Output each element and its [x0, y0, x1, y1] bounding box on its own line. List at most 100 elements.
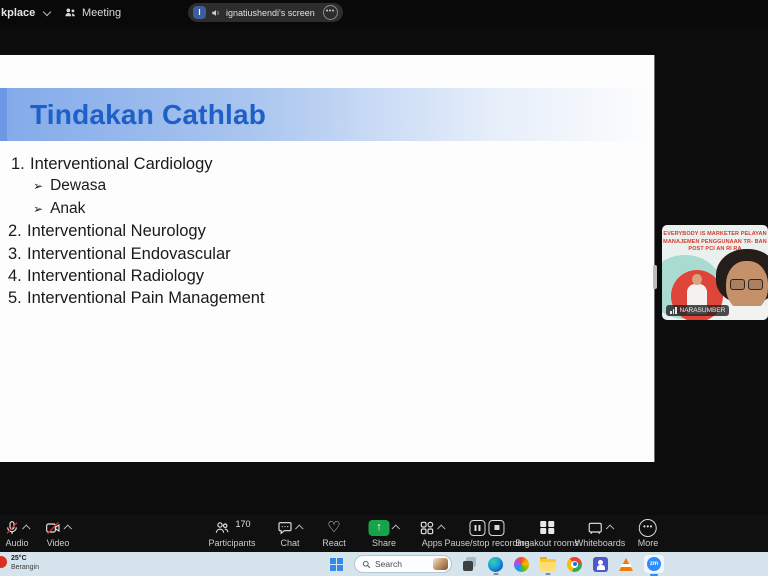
zoom-app-button[interactable]: zm	[644, 555, 664, 573]
chat-button[interactable]: Chat	[277, 519, 303, 548]
banner-photo-head	[692, 274, 702, 285]
share-screen-icon: ↑	[369, 520, 390, 536]
list-item: 2. Interventional Neurology	[8, 220, 265, 242]
list-number: 5.	[8, 287, 27, 309]
list-number: 1.	[11, 153, 30, 175]
screen-share-label: ignatiushendi's screen	[226, 8, 315, 18]
audio-menu-chevron[interactable]	[22, 524, 30, 532]
avatar: I	[193, 6, 206, 19]
react-button[interactable]: ♡ React	[322, 519, 346, 548]
task-view-button[interactable]	[463, 557, 477, 571]
subitem-label: Anak	[50, 198, 85, 220]
start-button[interactable]	[330, 558, 343, 571]
slide-list: 1. Interventional Cardiology ➢ Dewasa ➢ …	[8, 153, 265, 310]
whiteboards-button[interactable]: Whiteboards	[575, 519, 626, 548]
apps-button[interactable]: Apps	[419, 519, 445, 548]
meeting-tab-label: Meeting	[82, 7, 121, 19]
apps-icon	[419, 520, 435, 536]
chat-label: Chat	[280, 538, 299, 548]
list-item: 4. Interventional Radiology	[8, 265, 265, 287]
whiteboards-icon	[587, 520, 604, 536]
participants-icon	[213, 520, 230, 536]
edge-icon	[488, 557, 503, 572]
windows-taskbar: 25°C Berangin Search	[0, 552, 768, 576]
breakout-rooms-button[interactable]: Breakout rooms	[515, 519, 579, 548]
glasses-icon	[730, 279, 745, 290]
workspace-label[interactable]: kplace	[1, 7, 35, 19]
presenter-face	[726, 261, 768, 311]
banner-line: POST PCI AN RI RA	[662, 246, 768, 254]
shared-screen-stage: Tindakan Cathlab 1. Interventional Cardi…	[0, 25, 768, 515]
more-button[interactable]: ••• More	[638, 519, 659, 548]
slide-title: Tindakan Cathlab	[0, 88, 654, 141]
chrome-app-button[interactable]	[567, 557, 582, 572]
chrome-icon	[573, 562, 577, 566]
list-label: Interventional Radiology	[27, 265, 204, 287]
list-number: 3.	[8, 243, 27, 265]
list-item: 1. Interventional Cardiology	[8, 153, 265, 175]
pause-recording-icon[interactable]	[470, 520, 486, 536]
share-options-icon[interactable]: •••	[323, 5, 338, 20]
list-label: Interventional Endovascular	[27, 243, 231, 265]
thumbnail-collapse-handle[interactable]	[653, 265, 657, 289]
taskbar-search[interactable]: Search	[354, 555, 452, 573]
video-label: Video	[47, 538, 70, 548]
folder-icon	[540, 559, 556, 572]
react-label: React	[322, 538, 346, 548]
top-bar: kplace Meeting I ignatiushendi's screen …	[0, 0, 768, 25]
list-item: 3. Interventional Endovascular	[8, 243, 265, 265]
search-icon	[362, 560, 371, 569]
list-label: Interventional Neurology	[27, 220, 206, 242]
meeting-icon	[64, 6, 77, 19]
weather-icon	[0, 556, 7, 568]
meeting-toolbar: Audio Video 170	[0, 515, 768, 552]
vlc-app-button[interactable]	[619, 558, 633, 571]
teams-icon	[597, 565, 605, 570]
slide-title-band: Tindakan Cathlab	[0, 88, 654, 141]
speaker-icon	[211, 8, 221, 18]
breakout-rooms-icon	[540, 521, 554, 535]
share-menu-chevron[interactable]	[392, 524, 400, 532]
more-label: More	[638, 538, 659, 548]
list-number: 2.	[8, 220, 27, 242]
screen-share-pill[interactable]: I ignatiushendi's screen •••	[188, 3, 343, 22]
audio-button[interactable]: Audio	[4, 519, 30, 548]
participant-name: NARASUMBER	[680, 307, 726, 314]
list-number: 4.	[8, 265, 27, 287]
copilot-app-button[interactable]	[514, 557, 529, 572]
stop-recording-icon[interactable]	[489, 520, 505, 536]
weather-widget[interactable]: 25°C Berangin	[0, 554, 39, 572]
list-subitem: ➢ Anak	[8, 198, 265, 220]
weather-temperature: 25°C	[11, 554, 39, 563]
running-indicator	[493, 573, 498, 575]
video-button[interactable]: Video	[45, 519, 72, 548]
chat-menu-chevron[interactable]	[295, 524, 303, 532]
list-item: 5. Interventional Pain Management	[8, 287, 265, 309]
teams-app-button[interactable]	[593, 557, 608, 572]
tab-meeting[interactable]: Meeting	[64, 4, 121, 21]
workspace-chevron-icon[interactable]	[43, 8, 51, 16]
file-explorer-button[interactable]	[540, 557, 556, 572]
participants-label: Participants	[208, 538, 255, 548]
participants-button[interactable]: 170 Participants	[208, 519, 255, 548]
teams-icon	[598, 560, 603, 565]
edge-app-button[interactable]	[488, 557, 503, 572]
share-label: Share	[372, 538, 396, 548]
microphone-muted-icon	[4, 520, 20, 536]
camera-muted-icon	[45, 520, 62, 536]
participant-name-badge: NARASUMBER	[666, 305, 729, 316]
bullet-arrow-icon: ➢	[33, 175, 43, 197]
heart-icon: ♡	[327, 520, 340, 536]
bullet-arrow-icon: ➢	[33, 198, 43, 220]
chat-icon	[277, 520, 293, 536]
presenter-video-thumbnail[interactable]: EVERYBODY IS MARKETER PELAYAN MANAJEMEN …	[662, 225, 768, 320]
list-label: Interventional Pain Management	[27, 287, 265, 309]
whiteboards-menu-chevron[interactable]	[606, 524, 614, 532]
list-label: Interventional Cardiology	[30, 153, 213, 175]
share-button[interactable]: ↑ Share	[369, 519, 400, 548]
search-highlight-image[interactable]	[433, 558, 448, 570]
audio-signal-icon	[670, 307, 677, 314]
list-subitem: ➢ Dewasa	[8, 175, 265, 197]
video-menu-chevron[interactable]	[64, 524, 72, 532]
presentation-slide: Tindakan Cathlab 1. Interventional Cardi…	[0, 55, 655, 462]
